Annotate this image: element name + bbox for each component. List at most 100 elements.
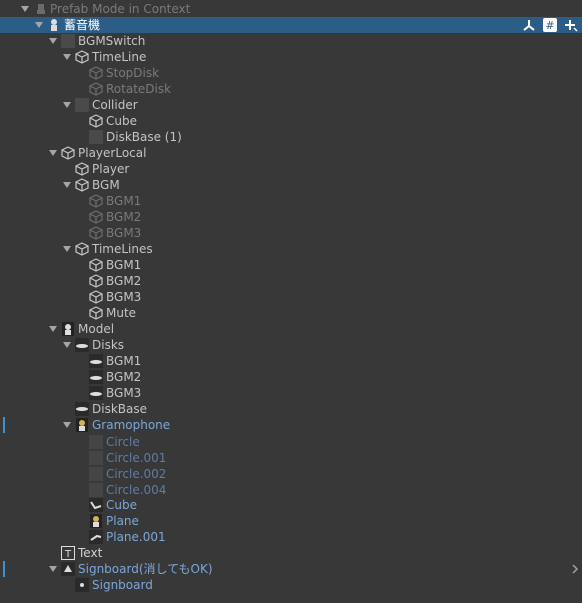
cube-icon [89, 114, 103, 128]
item-label: Plane [106, 514, 139, 528]
expand-arrow-icon[interactable] [61, 241, 73, 257]
model-icon [61, 322, 75, 336]
tree-item[interactable]: Collider [0, 97, 582, 113]
svg-text:#: # [546, 19, 555, 32]
item-label: DiskBase [92, 402, 147, 416]
tree-item[interactable]: BGM2 [0, 209, 582, 225]
tree-item[interactable]: DiskBase (1) [0, 129, 582, 145]
model-prefab-icon [47, 18, 61, 32]
mesh-icon [89, 370, 103, 384]
mesh-icon [89, 386, 103, 400]
tree-item[interactable]: PlayerLocal [0, 145, 582, 161]
item-label: BGM2 [106, 274, 142, 288]
tree-item[interactable]: Circle.002 [0, 466, 582, 482]
tree-item[interactable]: Circle [0, 434, 582, 450]
tree-item[interactable]: BGM2 [0, 273, 582, 289]
script-hash-icon[interactable]: # [543, 18, 558, 32]
expand-arrow-icon[interactable] [33, 17, 45, 33]
cube-icon [89, 66, 103, 80]
tree-item[interactable]: Model [0, 321, 582, 337]
item-label: BGM2 [106, 370, 142, 384]
mesh-icon [89, 451, 103, 465]
transform-gizmo-icon[interactable] [522, 18, 536, 32]
tree-item[interactable]: T Text [0, 545, 582, 561]
tree-item[interactable]: BGM3 [0, 289, 582, 305]
item-label: Player [92, 162, 130, 176]
cube-icon [61, 146, 75, 160]
tree-item[interactable]: Signboard(消してもOK) [0, 561, 582, 577]
model-icon [75, 418, 89, 432]
tree-item[interactable]: Player [0, 161, 582, 177]
mesh-icon [89, 435, 103, 449]
model-icon [89, 514, 103, 528]
expand-arrow-icon[interactable] [47, 321, 59, 337]
prefab-mode-icon [34, 2, 48, 16]
prefab-icon [61, 562, 75, 576]
item-label: BGM3 [106, 290, 142, 304]
tree-item[interactable]: BGM1 [0, 193, 582, 209]
expand-arrow-icon[interactable] [61, 49, 73, 65]
expand-arrow-icon[interactable] [61, 417, 73, 433]
item-label: Circle.004 [106, 483, 167, 497]
tree-item[interactable]: DiskBase [0, 401, 582, 417]
tree-item[interactable]: Disks [0, 337, 582, 353]
mesh-icon [75, 402, 89, 416]
tree-item[interactable]: Circle.001 [0, 450, 582, 466]
tree-item[interactable]: BGMSwitch [0, 33, 582, 49]
cube-icon [89, 194, 103, 208]
prefab-context-row[interactable]: Prefab Mode in Context [0, 1, 582, 17]
tree-item[interactable]: TimeLines [0, 241, 582, 257]
mesh-icon [89, 530, 103, 544]
root-object-label: 蓄音機 [64, 18, 101, 32]
item-label: BGM [92, 178, 120, 192]
expand-arrow-icon[interactable] [61, 177, 73, 193]
item-label: Circle [106, 435, 140, 449]
expand-arrow-icon[interactable] [61, 97, 73, 113]
empty-object-icon [61, 34, 75, 48]
chevron-right-icon[interactable] [571, 561, 579, 577]
tree-item[interactable]: BGM1 [0, 353, 582, 369]
item-label: Plane.001 [106, 530, 166, 544]
tree-item[interactable]: Circle.004 [0, 482, 582, 498]
tree-item[interactable]: Signboard [0, 577, 582, 593]
item-label: DiskBase (1) [106, 130, 182, 144]
item-label: BGM2 [106, 210, 142, 224]
add-plus-icon[interactable] [564, 18, 578, 32]
tree-item[interactable]: BGM3 [0, 225, 582, 241]
tree-item[interactable]: Cube [0, 497, 582, 513]
expand-arrow-icon[interactable] [61, 337, 73, 353]
tree-item[interactable]: Gramophone [0, 417, 582, 433]
expand-arrow-icon[interactable] [47, 561, 59, 577]
tree-item[interactable]: TimeLine [0, 49, 582, 65]
cube-icon [89, 258, 103, 272]
mesh-icon [75, 338, 89, 352]
tree-item[interactable]: Cube [0, 113, 582, 129]
tree-item[interactable]: BGM [0, 177, 582, 193]
tree-item[interactable]: Plane.001 [0, 529, 582, 545]
expand-arrow-icon[interactable] [47, 33, 59, 49]
tree-item[interactable]: BGM2 [0, 369, 582, 385]
mesh-icon [89, 354, 103, 368]
mesh-icon [89, 483, 103, 497]
item-label: Cube [106, 498, 137, 512]
tree-item[interactable]: BGM1 [0, 257, 582, 273]
item-label: Signboard(消してもOK) [78, 562, 213, 576]
root-object-row[interactable]: 蓄音機 # [0, 17, 582, 33]
cube-icon [89, 210, 103, 224]
cube-icon [89, 306, 103, 320]
tree-item[interactable]: StopDisk [0, 65, 582, 81]
override-marker [3, 561, 5, 577]
tree-item[interactable]: BGM3 [0, 385, 582, 401]
expand-arrow-icon[interactable] [19, 1, 31, 17]
item-label: BGM3 [106, 386, 142, 400]
item-label: StopDisk [106, 66, 160, 80]
item-label: BGM1 [106, 258, 142, 272]
expand-arrow-icon[interactable] [47, 145, 59, 161]
override-marker [3, 417, 5, 433]
tree-item[interactable]: Mute [0, 305, 582, 321]
tree-item[interactable]: Plane [0, 513, 582, 529]
tree-item[interactable]: RotateDisk [0, 81, 582, 97]
cube-icon [75, 178, 89, 192]
empty-object-icon [89, 130, 103, 144]
item-label: Disks [92, 338, 125, 352]
